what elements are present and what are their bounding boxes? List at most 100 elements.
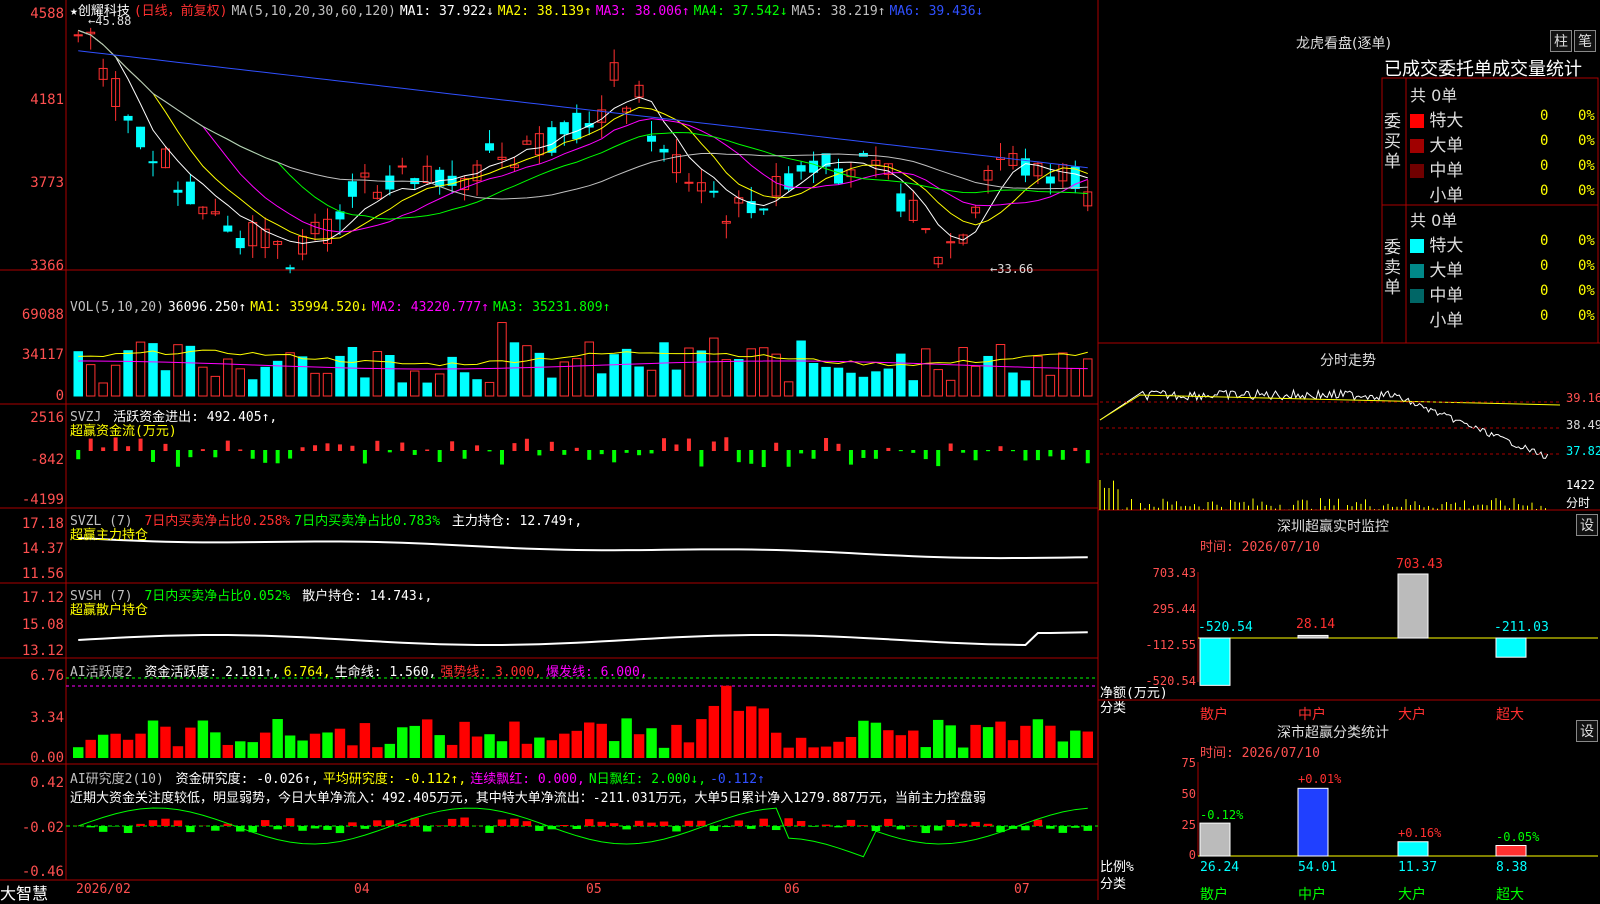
activity-bar: [322, 732, 332, 758]
buy-row-label: 中单: [1429, 161, 1463, 181]
research-bar: [348, 822, 356, 826]
research-bar: [361, 826, 369, 829]
activity-bar: [123, 740, 133, 758]
volume-bar: [411, 371, 419, 396]
flow-bar: [151, 450, 155, 462]
flow-bar: [512, 443, 516, 451]
volume-bar: [211, 376, 219, 396]
flow-bar: [749, 450, 753, 464]
classify-bar: [1200, 823, 1230, 856]
classify-xlabel: 分类: [1100, 873, 1126, 892]
research-bar: [1084, 826, 1092, 831]
chart-canvas[interactable]: [0, 0, 1600, 900]
volume-bar: [735, 360, 743, 396]
flow-bar: [450, 441, 454, 451]
activity-bar: [609, 741, 619, 758]
candle-body: [398, 166, 406, 167]
activity-bar: [447, 745, 457, 758]
activity-bar: [646, 728, 656, 758]
activity-bar: [372, 747, 382, 758]
classify-change: +0.16%: [1398, 826, 1441, 840]
research-bar: [435, 825, 443, 826]
research-bar: [174, 820, 182, 826]
ai1-tick-0: 6.76: [0, 668, 64, 684]
flow-bar: [949, 443, 953, 451]
retail-holding-line: [78, 632, 1088, 645]
svzj-tick-0: 2516: [0, 410, 64, 426]
flow-bar: [425, 450, 429, 451]
monitor-bar: [1496, 638, 1526, 657]
xaxis-label-4: 07: [1014, 882, 1030, 897]
flow-bar: [986, 450, 990, 451]
ai1-header: AI活跃度2 资金活跃度: 2.181↑,6.764,生命线: 1.560,强势…: [70, 661, 652, 680]
sell-row-pct: 0%: [1578, 308, 1595, 324]
vol-ma-2: MA3: 35231.809↑: [493, 300, 610, 315]
activity-bar: [173, 746, 183, 758]
intraday-price-3: 37.82: [1566, 444, 1600, 458]
ma-line: [78, 30, 1088, 239]
flow-bar: [188, 450, 192, 457]
candle-body: [797, 166, 805, 171]
classify-value: 54.01: [1298, 860, 1337, 875]
buy-row-label: 大单: [1429, 136, 1463, 156]
activity-bar: [247, 742, 257, 758]
activity-bar: [696, 719, 706, 758]
volume-bar: [548, 378, 556, 396]
ma-line: [78, 30, 1088, 232]
svsh-a: 7日内买卖净占比0.052%: [144, 589, 290, 604]
candle-body: [648, 136, 656, 141]
activity-bar: [833, 742, 843, 758]
classify-settings-button[interactable]: 设: [1576, 720, 1598, 742]
tick-mode-button[interactable]: 笔: [1574, 30, 1596, 52]
dragon-title: 龙虎看盘(逐单): [1296, 33, 1391, 53]
volume-bar: [797, 341, 805, 396]
volume-bar: [298, 357, 306, 396]
activity-bar: [970, 725, 980, 758]
volume-bar: [772, 354, 780, 396]
activity-bar: [73, 747, 83, 758]
sell-row-count: 0: [1540, 308, 1548, 324]
intraday-price-2: 38.49: [1566, 418, 1600, 432]
flow-bar: [699, 450, 703, 466]
volume-bar: [859, 377, 867, 396]
activity-bar: [559, 734, 569, 758]
volume-bar: [922, 349, 930, 396]
svzl-tick-1: 14.37: [0, 541, 64, 557]
activity-bar: [85, 740, 95, 758]
research-bar: [685, 821, 693, 826]
research-bar: [99, 826, 107, 832]
research-bar: [934, 826, 942, 830]
ai2-b: 平均研究度: -0.112↑,: [323, 772, 466, 787]
flow-bar: [612, 450, 616, 462]
buy-side-label: 委买单: [1384, 112, 1402, 172]
dragon-tab[interactable]: 已成交委托单成交量统计: [1384, 55, 1598, 81]
activity-bar: [1033, 719, 1043, 758]
classify-title: 深市超赢分类统计: [1277, 722, 1389, 742]
research-bar: [884, 819, 892, 826]
research-bar: [1071, 826, 1079, 828]
volume-bar: [273, 361, 281, 396]
volume-bar: [710, 338, 718, 396]
flow-bar: [350, 446, 354, 451]
activity-bar: [335, 729, 345, 758]
svzl-c: 主力持仓: 12.749↑,: [452, 514, 582, 529]
ai1-a: 资金活跃度: 2.181↑,: [144, 665, 279, 680]
flow-bar: [463, 450, 467, 459]
ai2-tick-0: 0.42: [0, 775, 64, 791]
monitor-settings-button[interactable]: 设: [1576, 514, 1598, 536]
flow-bar: [600, 450, 604, 454]
volume-bar: [909, 381, 917, 396]
bar-mode-button[interactable]: 柱: [1550, 30, 1572, 52]
flow-bar: [924, 450, 928, 459]
main-holding-line: [78, 538, 1088, 558]
flow-bar: [662, 438, 666, 451]
ai2-a: 资金研究度: -0.026↑,: [176, 772, 319, 787]
candle-body: [224, 226, 232, 231]
volume-bar: [161, 371, 169, 396]
flow-bar: [849, 450, 853, 465]
flow-bar: [961, 450, 965, 453]
ai1-tick-2: 0.00: [0, 750, 64, 766]
classify-change: +0.01%: [1298, 772, 1341, 786]
classify-tick: 75: [1150, 756, 1196, 770]
monitor-tick: 295.44: [1140, 602, 1196, 616]
